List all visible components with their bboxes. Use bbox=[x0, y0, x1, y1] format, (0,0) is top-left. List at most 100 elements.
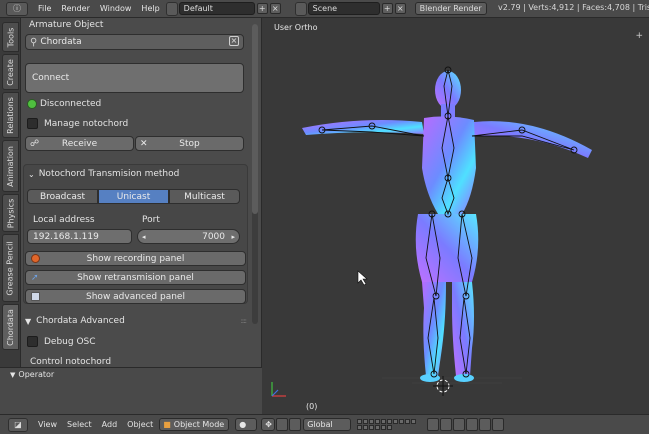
layout-selector[interactable]: Default bbox=[178, 2, 255, 15]
method-label: Multicast bbox=[184, 191, 225, 202]
layout-value: Default bbox=[183, 4, 213, 13]
menu-view[interactable]: View bbox=[38, 420, 57, 429]
connect-button[interactable]: Connect bbox=[25, 63, 244, 93]
advanced-section-header[interactable]: ▼ Chordata Advanced :::: bbox=[25, 314, 248, 328]
advanced-section-title: Chordata Advanced bbox=[36, 316, 125, 326]
remove-scene-button[interactable]: × bbox=[394, 3, 406, 14]
menu-render[interactable]: Render bbox=[61, 4, 89, 13]
stop-button[interactable]: ✕ Stop bbox=[135, 136, 244, 151]
frame-number: (0) bbox=[306, 402, 318, 411]
layer-buttons[interactable] bbox=[357, 418, 417, 431]
tab-label: Create bbox=[6, 58, 15, 86]
method-broadcast[interactable]: Broadcast bbox=[27, 189, 98, 204]
render-engine-selector[interactable]: Blender Render bbox=[414, 2, 487, 15]
onion-skin-button[interactable] bbox=[492, 418, 505, 431]
local-address-label: Local address bbox=[33, 215, 95, 225]
menu-help[interactable]: Help bbox=[141, 4, 159, 13]
menu-window[interactable]: Window bbox=[100, 4, 132, 13]
mode-selector[interactable]: ■ Object Mode bbox=[159, 418, 230, 431]
debug-osc-label: Debug OSC bbox=[44, 336, 96, 347]
tab-label: Relations bbox=[6, 96, 15, 134]
3d-viewport[interactable]: User Ortho + (0) bbox=[262, 18, 649, 414]
manage-notochord-row[interactable]: Manage notochord bbox=[27, 118, 128, 129]
scene-stats: v2.79 | Verts:4,912 | Faces:4,708 | Tris… bbox=[498, 3, 649, 12]
advanced-label: Show advanced panel bbox=[86, 291, 185, 302]
scene-icon[interactable] bbox=[294, 1, 307, 16]
layout-icon[interactable] bbox=[165, 1, 178, 16]
grid-lines bbox=[382, 377, 522, 384]
operator-title: Operator bbox=[18, 370, 55, 379]
add-scene-button[interactable]: + bbox=[381, 3, 393, 14]
stop-icon: ✕ bbox=[140, 138, 148, 149]
snap-toggle[interactable] bbox=[440, 418, 453, 431]
show-advanced-button[interactable]: Show advanced panel bbox=[25, 289, 246, 304]
transmission-panel: ⌄ Notochord Transmision method Broadcast… bbox=[23, 164, 248, 304]
tab-create[interactable]: Create bbox=[2, 54, 19, 90]
render-preview-button[interactable] bbox=[479, 418, 492, 431]
tool-shelf: Armature Object ⚲ Chordata × Connect Dis… bbox=[21, 18, 262, 367]
port-increment-icon[interactable]: ▸ bbox=[231, 233, 235, 241]
show-recording-button[interactable]: Show recording panel bbox=[25, 251, 246, 266]
pivot-selector[interactable]: ✥ bbox=[261, 418, 276, 431]
snap-element-selector[interactable] bbox=[453, 418, 466, 431]
armature-field[interactable]: ⚲ Chordata × bbox=[25, 34, 244, 50]
lock-layers-button[interactable] bbox=[427, 418, 440, 431]
scene-value: Scene bbox=[312, 4, 338, 13]
tab-animation[interactable]: Animation bbox=[2, 140, 19, 192]
shelf-scrollbar-thumb[interactable] bbox=[252, 24, 258, 214]
local-address-field[interactable]: 192.168.1.119 bbox=[27, 229, 132, 244]
retransmision-label: Show retransmision panel bbox=[77, 272, 194, 283]
expand-triangle-icon: ▼ bbox=[10, 370, 16, 379]
editor-type-button[interactable]: ◪ bbox=[8, 417, 28, 432]
tab-tools[interactable]: Tools bbox=[2, 22, 19, 52]
proportional-edit-button[interactable] bbox=[466, 418, 479, 431]
operator-panel: ▼ Operator bbox=[0, 367, 262, 414]
menu-file[interactable]: File bbox=[38, 4, 51, 13]
show-retransmision-button[interactable]: ➚ Show retransmision panel bbox=[25, 270, 246, 285]
transmission-header[interactable]: ⌄ Notochord Transmision method bbox=[28, 169, 179, 179]
advanced-icon bbox=[31, 292, 40, 301]
orientation-selector[interactable]: Global bbox=[303, 418, 352, 431]
clear-armature-icon[interactable]: × bbox=[229, 36, 239, 46]
port-decrement-icon[interactable]: ◂ bbox=[142, 233, 146, 241]
info-icon: ⓘ bbox=[13, 4, 21, 13]
editor-type-button[interactable]: ⓘ bbox=[6, 1, 28, 16]
port-label: Port bbox=[142, 215, 160, 225]
shelf-scrollbar[interactable] bbox=[252, 24, 258, 324]
translate-manipulator[interactable] bbox=[289, 418, 302, 431]
remove-layout-button[interactable]: × bbox=[269, 3, 281, 14]
drag-handle-icon[interactable]: :::: bbox=[241, 317, 248, 325]
menu-select[interactable]: Select bbox=[67, 420, 92, 429]
viewport-header: ◪ View Select Add Object ■ Object Mode ●… bbox=[0, 414, 649, 434]
tab-label: Animation bbox=[6, 145, 16, 187]
debug-osc-checkbox[interactable] bbox=[27, 336, 38, 347]
receive-button[interactable]: ☍ Receive bbox=[25, 136, 134, 151]
tab-relations[interactable]: Relations bbox=[2, 92, 19, 138]
character-mesh bbox=[302, 71, 592, 382]
mode-value: Object Mode bbox=[173, 420, 225, 429]
menu-object[interactable]: Object bbox=[127, 420, 153, 429]
orientation-value: Global bbox=[307, 420, 333, 429]
character-scene bbox=[271, 66, 592, 397]
manipulator-toggle[interactable] bbox=[276, 418, 289, 431]
shading-selector[interactable]: ● bbox=[235, 418, 258, 431]
manage-notochord-checkbox[interactable] bbox=[27, 118, 38, 129]
tab-grease-pencil[interactable]: Grease Pencil bbox=[2, 234, 19, 302]
method-multicast[interactable]: Multicast bbox=[169, 189, 240, 204]
tab-label: Grease Pencil bbox=[6, 240, 15, 296]
receive-label: Receive bbox=[61, 138, 98, 149]
transmission-title: Notochord Transmision method bbox=[38, 169, 180, 179]
operator-header[interactable]: ▼ Operator bbox=[10, 370, 54, 379]
add-layout-button[interactable]: + bbox=[256, 3, 268, 14]
menu-add[interactable]: Add bbox=[102, 420, 118, 429]
port-field[interactable]: ◂ 7000 ▸ bbox=[137, 229, 240, 244]
shading-sphere-icon: ● bbox=[239, 420, 247, 429]
debug-osc-row[interactable]: Debug OSC bbox=[27, 336, 96, 347]
armature-value: Chordata bbox=[40, 37, 82, 47]
tab-chordata[interactable]: Chordata bbox=[2, 304, 19, 350]
method-label: Broadcast bbox=[39, 191, 86, 202]
method-unicast[interactable]: Unicast bbox=[98, 189, 169, 204]
scene-selector[interactable]: Scene bbox=[307, 2, 380, 15]
port-value: 7000 bbox=[202, 231, 225, 242]
tab-physics[interactable]: Physics bbox=[2, 194, 19, 232]
